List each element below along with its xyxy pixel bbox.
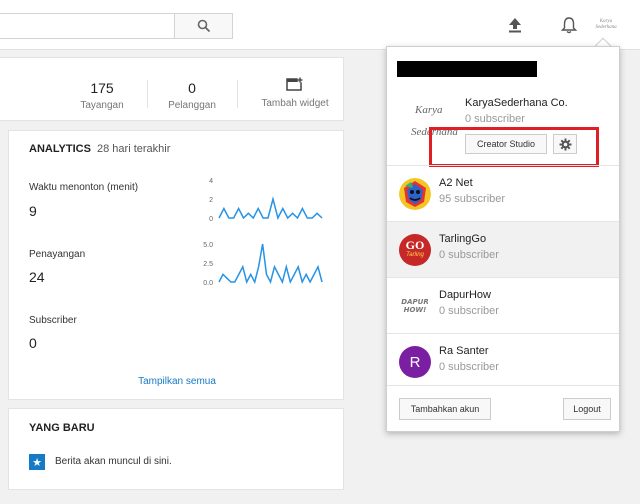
stat-label: Tayangan <box>80 100 124 111</box>
account-item-a2net[interactable]: A2 Net 95 subscriber <box>387 165 619 221</box>
ra-santer-avatar: R <box>399 346 431 378</box>
analytics-card: ANALYTICS 28 hari terakhir Waktu menonto… <box>8 130 344 400</box>
views-sparkline[interactable]: 5.0 2.5 0.0 <box>199 238 324 288</box>
account-subscribers: 0 subscriber <box>439 305 499 317</box>
metric-label: Penayangan <box>29 249 86 260</box>
search-button[interactable] <box>174 13 233 39</box>
account-item-ra-santer[interactable]: R Ra Santer 0 subscriber <box>387 333 619 389</box>
divider <box>147 80 148 108</box>
sparkline-tick-label: 2.5 <box>203 261 213 268</box>
watch-time-sparkline[interactable]: 4 2 0 <box>199 174 324 224</box>
add-widget-button[interactable]: Tambah widget <box>247 58 343 122</box>
upload-icon <box>509 18 521 33</box>
search-icon <box>197 19 210 33</box>
account-name: A2 Net <box>439 177 473 189</box>
account-menu: Karya Sederhana KaryaSederhana Co. 0 sub… <box>386 46 620 432</box>
account-item-dapurhow[interactable]: DAPUR HOW! DapurHow 0 subscriber <box>387 277 619 333</box>
add-widget-icon <box>247 77 343 94</box>
avatar-text-line: HOW! <box>403 306 427 314</box>
sparkline-tick-label: 4 <box>209 178 213 185</box>
sparkline-tick-label: 0.0 <box>203 280 213 287</box>
sparkline-tick-label: 2 <box>209 197 213 204</box>
account-name: Ra Santer <box>439 345 489 357</box>
whats-new-card: YANG BARU ★ Berita akan muncul di sini. <box>8 408 344 490</box>
account-avatar-button[interactable]: Karya Sederhana <box>594 13 618 37</box>
logout-button[interactable]: Logout <box>563 398 611 420</box>
account-name: TarlingGo <box>439 233 487 245</box>
gear-icon <box>559 138 571 150</box>
avatar-text-line: Karya <box>415 104 443 116</box>
analytics-range: 28 hari terakhir <box>97 143 171 155</box>
account-subscribers: 0 subscriber <box>439 361 499 373</box>
stat-label: Pelanggan <box>168 100 216 111</box>
analytics-title: ANALYTICS <box>29 143 91 155</box>
metric-value: 9 <box>29 203 37 219</box>
creator-studio-button[interactable]: Creator Studio <box>465 134 547 154</box>
metric-value: 24 <box>29 269 45 285</box>
redacted-email <box>397 61 537 77</box>
sparkline-tick-label: 0 <box>209 216 213 223</box>
add-account-button[interactable]: Tambahkan akun <box>399 398 491 420</box>
current-channel-name: KaryaSederhana Co. <box>465 97 568 109</box>
sparkline-tick-label: 5.0 <box>203 242 213 249</box>
show-all-link[interactable]: Tampilkan semua <box>9 376 345 387</box>
metric-label: Waktu menonton (menit) <box>29 182 139 193</box>
account-name: DapurHow <box>439 289 491 301</box>
avatar-text-line: Tarling <box>406 252 424 258</box>
tarlinggo-avatar: GO Tarling <box>399 234 431 266</box>
stat-value: 175 <box>90 80 114 96</box>
sparkline-series <box>218 243 323 285</box>
stat-subscribers[interactable]: 0 Pelanggan <box>149 58 235 122</box>
stat-value: 0 <box>188 80 196 96</box>
metric-label: Subscriber <box>29 315 77 326</box>
account-item-tarlinggo[interactable]: GO Tarling TarlingGo 0 subscriber <box>387 221 619 277</box>
settings-button[interactable] <box>553 134 577 154</box>
stat-views[interactable]: 175 Tayangan <box>59 58 145 122</box>
a2net-avatar <box>399 178 431 210</box>
notifications-button[interactable] <box>557 13 581 37</box>
metric-value: 0 <box>29 335 37 351</box>
avatar-text-line: Sederhana <box>595 25 617 30</box>
whats-new-item: Berita akan muncul di sini. <box>55 456 172 467</box>
account-subscribers: 0 subscriber <box>439 249 499 261</box>
dapurhow-avatar: DAPUR HOW! <box>399 290 431 322</box>
divider <box>237 80 238 108</box>
whats-new-title: YANG BARU <box>29 422 95 434</box>
search-input[interactable] <box>0 13 174 39</box>
top-bar: Karya Sederhana <box>0 0 640 50</box>
upload-button[interactable] <box>503 13 527 37</box>
avatar-text-line: DAPUR <box>401 298 429 306</box>
account-subscribers: 95 subscriber <box>439 193 506 205</box>
star-icon: ★ <box>29 454 45 470</box>
channel-stats-card: 175 Tayangan 0 Pelanggan Tambah widget <box>0 57 344 121</box>
current-channel-subscribers: 0 subscriber <box>465 113 525 125</box>
avatar-text-line: GO <box>405 238 425 252</box>
sparkline-series <box>218 196 323 221</box>
account-menu-footer: Tambahkan akun Logout <box>387 385 619 432</box>
stat-label: Tambah widget <box>261 98 329 109</box>
bell-icon <box>561 17 577 34</box>
